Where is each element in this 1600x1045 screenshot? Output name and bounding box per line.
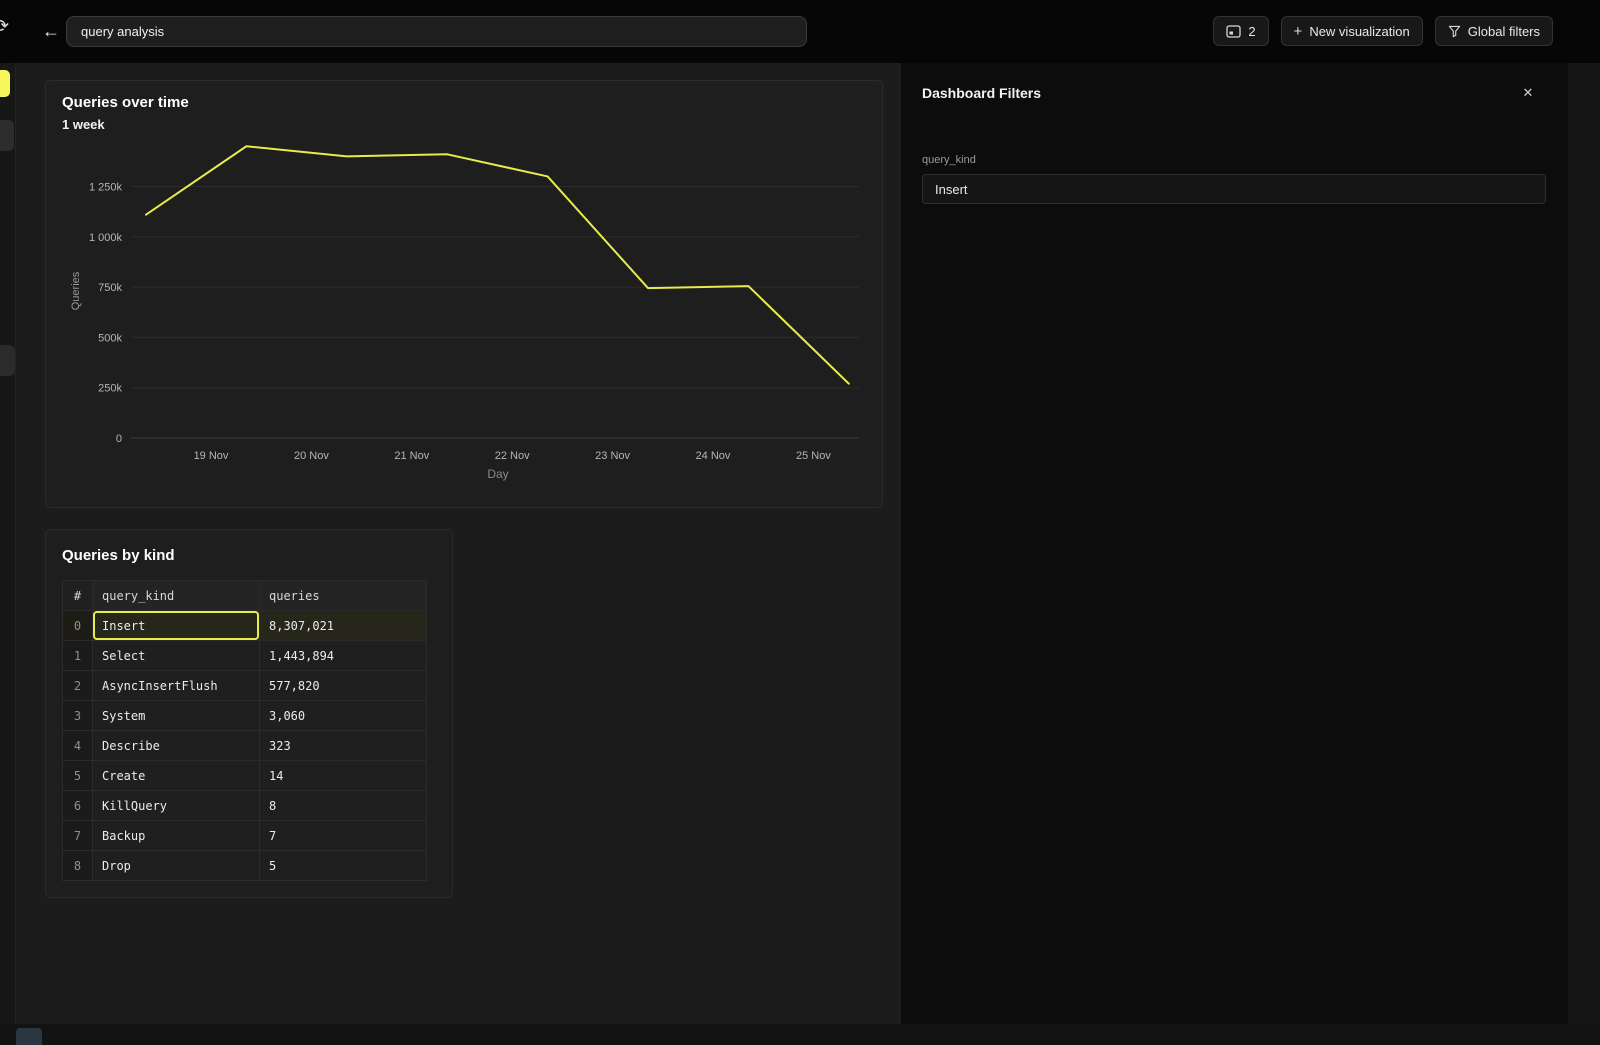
app-window: ⟳ ← 2 + New visualization — [0, 0, 1600, 1045]
table-title: Queries by kind — [62, 547, 175, 564]
cell-query-kind[interactable]: KillQuery — [93, 791, 260, 821]
table-row: 0Insert8,307,021 — [63, 611, 427, 641]
topbar: ⟳ ← 2 + New visualization — [0, 0, 1600, 63]
row-index: 7 — [63, 821, 93, 851]
panels-count-button[interactable]: 2 — [1213, 16, 1268, 46]
cell-queries[interactable]: 1,443,894 — [260, 641, 427, 671]
panels-icon — [1226, 25, 1241, 38]
cell-queries[interactable]: 7 — [260, 821, 427, 851]
row-index: 6 — [63, 791, 93, 821]
table-row: 5Create14 — [63, 761, 427, 791]
rail-item[interactable] — [0, 120, 14, 151]
global-filters-label: Global filters — [1468, 24, 1540, 39]
svg-text:1 250k: 1 250k — [89, 182, 123, 194]
row-index: 4 — [63, 731, 93, 761]
new-visualization-label: New visualization — [1309, 24, 1409, 39]
svg-text:750k: 750k — [98, 282, 122, 294]
panel-scroll-gutter[interactable] — [1568, 63, 1600, 1024]
row-index: 1 — [63, 641, 93, 671]
chart-subtitle: 1 week — [62, 117, 105, 132]
cell-queries[interactable]: 5 — [260, 851, 427, 881]
table-header-row: # query_kind queries — [63, 581, 427, 611]
row-index: 8 — [63, 851, 93, 881]
table-row: 8Drop5 — [63, 851, 427, 881]
cell-queries[interactable]: 14 — [260, 761, 427, 791]
cell-queries[interactable]: 8,307,021 — [260, 611, 427, 641]
cell-queries[interactable]: 8 — [260, 791, 427, 821]
cell-queries[interactable]: 323 — [260, 731, 427, 761]
cell-query-kind[interactable]: Select — [93, 641, 260, 671]
svg-text:Queries: Queries — [70, 271, 82, 310]
funnel-icon — [1448, 25, 1461, 38]
plus-icon: + — [1294, 23, 1303, 40]
table-row: 2AsyncInsertFlush577,820 — [63, 671, 427, 701]
row-index: 0 — [63, 611, 93, 641]
svg-text:22 Nov: 22 Nov — [495, 450, 530, 462]
svg-text:250k: 250k — [98, 383, 122, 395]
global-filters-button[interactable]: Global filters — [1435, 16, 1553, 46]
cell-query-kind[interactable]: Drop — [93, 851, 260, 881]
cell-query-kind[interactable]: Insert — [93, 611, 260, 641]
back-button[interactable]: ← — [36, 16, 66, 46]
bottom-strip — [0, 1024, 1600, 1045]
topbar-actions: 2 + New visualization Global filters — [1213, 16, 1553, 46]
bottom-left-widget[interactable] — [16, 1028, 42, 1045]
cell-queries[interactable]: 3,060 — [260, 701, 427, 731]
cell-query-kind[interactable]: Backup — [93, 821, 260, 851]
refresh-icon[interactable]: ⟳ — [0, 16, 9, 37]
table-row: 4Describe323 — [63, 731, 427, 761]
filter-query-kind-input[interactable] — [922, 174, 1546, 204]
cell-query-kind[interactable]: System — [93, 701, 260, 731]
filters-panel-title: Dashboard Filters — [922, 85, 1041, 101]
row-index: 5 — [63, 761, 93, 791]
svg-text:23 Nov: 23 Nov — [595, 450, 630, 462]
line-chart: 0 250k 500k 750k 1 000k 1 250k 19 Nov 20 Nov 21 … — [46, 81, 882, 507]
table-row: 6KillQuery8 — [63, 791, 427, 821]
svg-text:25 Nov: 25 Nov — [796, 450, 831, 462]
panels-count-label: 2 — [1248, 24, 1255, 39]
row-index: 2 — [63, 671, 93, 701]
new-visualization-button[interactable]: + New visualization — [1281, 16, 1423, 46]
table-panel-queries-by-kind[interactable]: Queries by kind # query_kind queries 0In… — [45, 529, 453, 898]
row-index: 3 — [63, 701, 93, 731]
queries-by-kind-table: # query_kind queries 0Insert8,307,0211Se… — [62, 580, 427, 881]
svg-text:500k: 500k — [98, 332, 122, 344]
svg-text:Day: Day — [487, 467, 508, 481]
table-row: 1Select1,443,894 — [63, 641, 427, 671]
svg-text:24 Nov: 24 Nov — [696, 450, 731, 462]
column-header-index: # — [63, 581, 93, 611]
cell-query-kind[interactable]: Create — [93, 761, 260, 791]
svg-text:1 000k: 1 000k — [89, 232, 123, 244]
svg-text:19 Nov: 19 Nov — [194, 450, 229, 462]
dashboard-title-input[interactable] — [66, 16, 807, 47]
cell-queries[interactable]: 577,820 — [260, 671, 427, 701]
left-rail — [0, 63, 16, 1024]
table-row: 3System3,060 — [63, 701, 427, 731]
chart-title: Queries over time — [62, 94, 189, 111]
dashboard-filters-panel: Dashboard Filters ✕ query_kind — [901, 63, 1600, 1024]
column-header-queries: queries — [260, 581, 427, 611]
svg-text:20 Nov: 20 Nov — [294, 450, 329, 462]
column-header-query-kind: query_kind — [93, 581, 260, 611]
rail-item-active[interactable] — [0, 70, 10, 97]
svg-text:21 Nov: 21 Nov — [394, 450, 429, 462]
rail-item[interactable] — [0, 345, 15, 376]
dashboard-canvas: 0250k500k750k1 000k1 250k19 Nov20 Nov21 … — [16, 63, 901, 1024]
filter-field-label: query_kind — [922, 154, 976, 166]
close-icon[interactable]: ✕ — [1518, 83, 1538, 103]
chart-panel-queries-over-time[interactable]: 0 250k 500k 750k 1 000k 1 250k 19 Nov 20 Nov 21 … — [45, 80, 883, 508]
cell-query-kind[interactable]: Describe — [93, 731, 260, 761]
table-row: 7Backup7 — [63, 821, 427, 851]
cell-query-kind[interactable]: AsyncInsertFlush — [93, 671, 260, 701]
svg-text:0: 0 — [116, 433, 122, 445]
